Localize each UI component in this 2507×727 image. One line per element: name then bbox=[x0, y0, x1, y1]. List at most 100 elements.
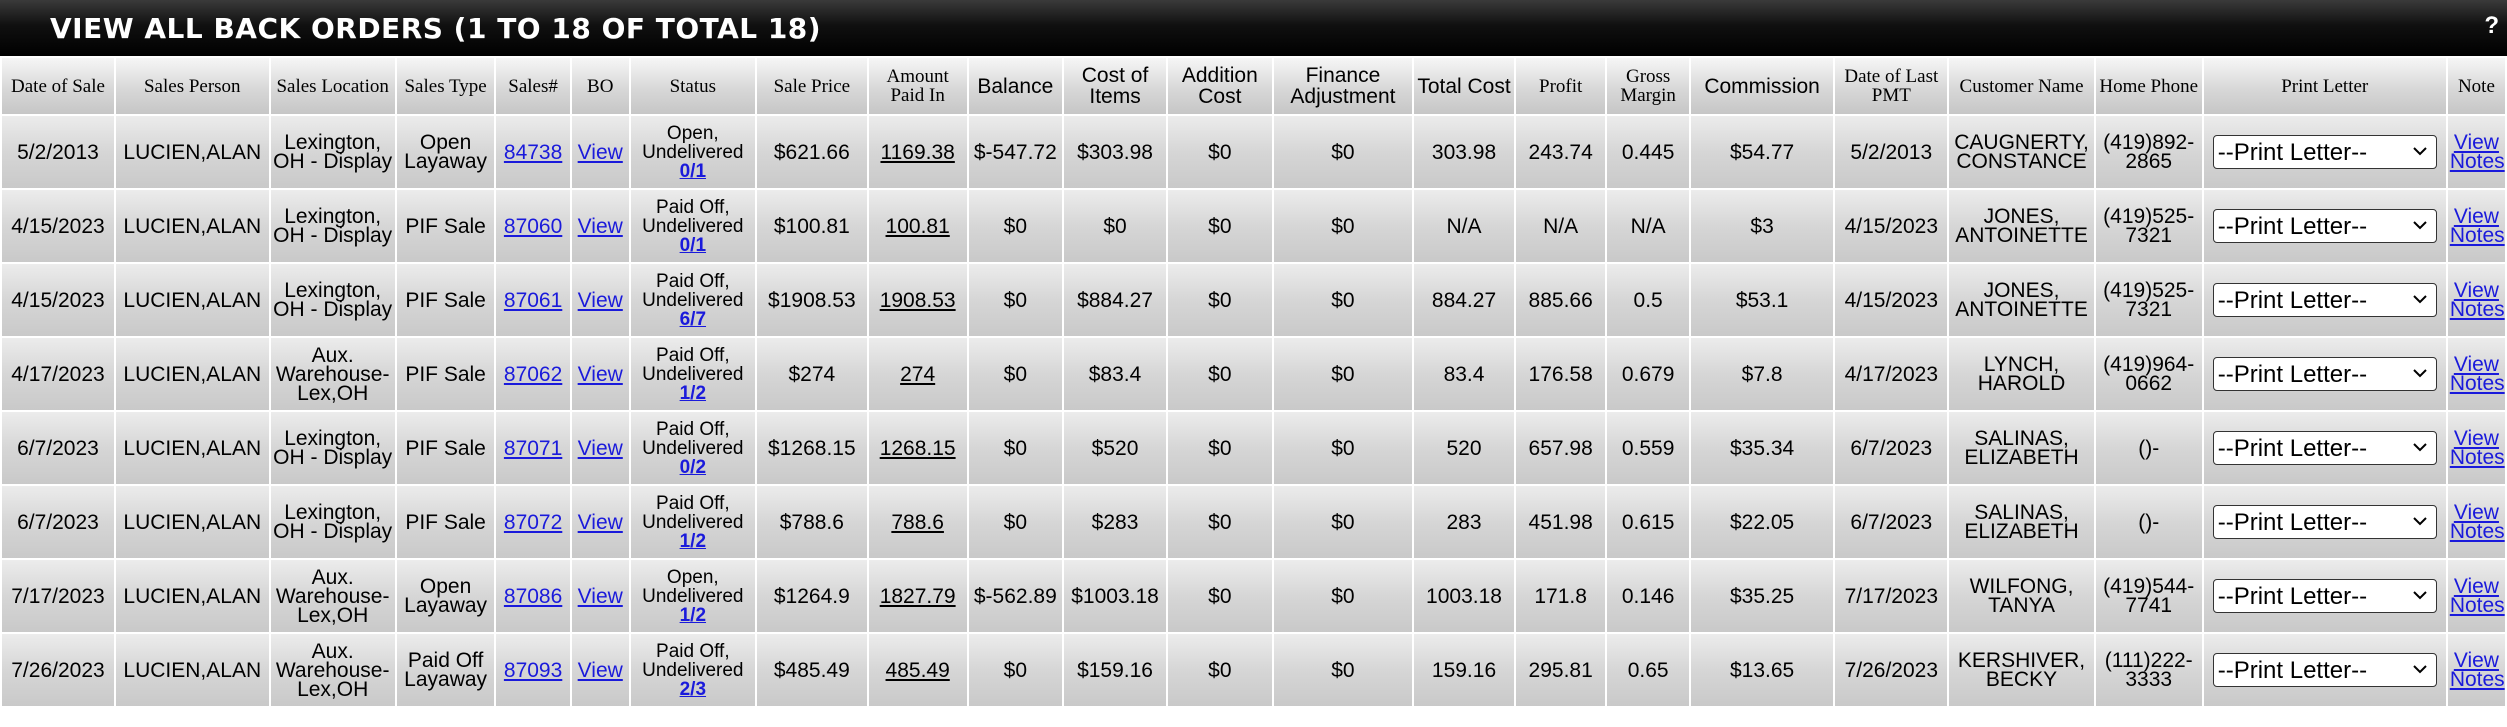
amount-paid-link[interactable]: 485.49 bbox=[886, 659, 950, 682]
print-letter-cell: --Print Letter-- bbox=[2201, 632, 2448, 708]
status-delivery-link[interactable]: 1/2 bbox=[680, 605, 706, 626]
status-delivery-link[interactable]: 1/2 bbox=[680, 383, 706, 404]
bo-view-link[interactable]: View bbox=[578, 511, 623, 534]
sales-number-link[interactable]: 87086 bbox=[504, 585, 562, 608]
view-notes-link[interactable]: View Notes bbox=[2450, 575, 2504, 617]
sale-price: $100.81 bbox=[754, 188, 869, 264]
balance: $0 bbox=[966, 632, 1065, 708]
amount-paid-link[interactable]: 788.6 bbox=[891, 511, 944, 534]
sales-number-link[interactable]: 87061 bbox=[504, 289, 562, 312]
print-letter-select[interactable]: --Print Letter-- bbox=[2212, 209, 2437, 243]
home-phone: (111)222-3333 bbox=[2093, 632, 2204, 708]
gross-margin: 0.65 bbox=[1605, 632, 1691, 708]
bo-view-link[interactable]: View bbox=[578, 215, 623, 238]
status-text: Open, Undelivered bbox=[642, 122, 744, 163]
print-letter-select[interactable]: --Print Letter-- bbox=[2212, 579, 2437, 613]
commission: $22.05 bbox=[1688, 484, 1836, 560]
sales-number-link[interactable]: 87060 bbox=[504, 215, 562, 238]
date-of-last-pmt: 6/7/2023 bbox=[1833, 410, 1950, 486]
col-header: Sales# bbox=[494, 56, 572, 116]
status-delivery-link[interactable]: 1/2 bbox=[680, 531, 706, 552]
amount-paid-link[interactable]: 1169.38 bbox=[880, 141, 954, 164]
addition-cost: $0 bbox=[1165, 262, 1274, 338]
view-notes-link[interactable]: View Notes bbox=[2450, 501, 2504, 543]
view-notes-link[interactable]: View Notes bbox=[2450, 649, 2504, 691]
status-delivery-link[interactable]: 0/1 bbox=[680, 235, 706, 256]
print-letter-select[interactable]: --Print Letter-- bbox=[2212, 357, 2437, 391]
table-row: 4/15/2023 LUCIEN,ALAN Lexington, OH - Disp… bbox=[0, 188, 2507, 264]
status-cell: Paid Off, Undelivered 2/3 bbox=[628, 632, 757, 708]
sales-location: Lexington, OH - Display bbox=[268, 114, 397, 190]
commission: $13.65 bbox=[1688, 632, 1836, 708]
amount-paid-cell: 100.81 bbox=[866, 188, 969, 264]
status-cell: Paid Off, Undelivered 1/2 bbox=[628, 484, 757, 560]
col-header: Home Phone bbox=[2093, 56, 2204, 116]
sales-person: LUCIEN,ALAN bbox=[113, 410, 271, 486]
date-of-sale: 4/15/2023 bbox=[0, 262, 116, 338]
col-header: Date of Sale bbox=[0, 56, 116, 116]
amount-paid-link[interactable]: 1268.15 bbox=[880, 437, 956, 460]
balance: $0 bbox=[966, 484, 1065, 560]
view-notes-link[interactable]: View Notes bbox=[2450, 131, 2504, 173]
sales-number-link[interactable]: 87071 bbox=[504, 437, 562, 460]
commission: $54.77 bbox=[1688, 114, 1836, 190]
sales-number-cell: 87061 bbox=[494, 262, 572, 338]
print-letter-select[interactable]: --Print Letter-- bbox=[2212, 505, 2437, 539]
bo-view-link[interactable]: View bbox=[578, 141, 623, 164]
sales-number-cell: 87062 bbox=[494, 336, 572, 412]
sales-type: Paid Off Layaway bbox=[394, 632, 497, 708]
sales-location: Lexington, OH - Display bbox=[268, 410, 397, 486]
print-letter-select[interactable]: --Print Letter-- bbox=[2212, 653, 2437, 687]
help-icon[interactable]: ? bbox=[2484, 12, 2499, 40]
amount-paid-link[interactable]: 274 bbox=[900, 363, 935, 386]
status-delivery-link[interactable]: 6/7 bbox=[680, 309, 706, 330]
print-letter-wrapper: --Print Letter-- bbox=[2212, 579, 2437, 613]
print-letter-select[interactable]: --Print Letter-- bbox=[2212, 135, 2437, 169]
table-row: 6/7/2023 LUCIEN,ALAN Lexington, OH - Displ… bbox=[0, 410, 2507, 486]
status-text: Paid Off, Undelivered bbox=[642, 270, 744, 311]
sales-number-link[interactable]: 87072 bbox=[504, 511, 562, 534]
amount-paid-link[interactable]: 100.81 bbox=[886, 215, 950, 238]
amount-paid-link[interactable]: 1908.53 bbox=[880, 289, 956, 312]
customer-name: JONES, ANTOINETTE bbox=[1947, 188, 2096, 264]
sales-person: LUCIEN,ALAN bbox=[113, 484, 271, 560]
view-notes-link[interactable]: View Notes bbox=[2450, 205, 2504, 247]
status-delivery-link[interactable]: 2/3 bbox=[680, 679, 706, 700]
sales-number-link[interactable]: 87093 bbox=[504, 659, 562, 682]
bo-view-link[interactable]: View bbox=[578, 363, 623, 386]
bo-cell: View bbox=[569, 188, 631, 264]
status-delivery-link[interactable]: 0/2 bbox=[680, 457, 706, 478]
sales-number-cell: 84738 bbox=[494, 114, 572, 190]
balance: $0 bbox=[966, 336, 1065, 412]
status-text: Paid Off, Undelivered bbox=[642, 492, 744, 533]
bo-view-link[interactable]: View bbox=[578, 437, 623, 460]
print-letter-select[interactable]: --Print Letter-- bbox=[2212, 431, 2437, 465]
sale-price: $788.6 bbox=[754, 484, 869, 560]
table-row: 4/15/2023 LUCIEN,ALAN Lexington, OH - Disp… bbox=[0, 262, 2507, 338]
profit: 295.81 bbox=[1513, 632, 1608, 708]
status-delivery-link[interactable]: 0/1 bbox=[680, 161, 706, 182]
bo-cell: View bbox=[569, 484, 631, 560]
bo-view-link[interactable]: View bbox=[578, 659, 623, 682]
sales-number-cell: 87086 bbox=[494, 558, 572, 634]
amount-paid-link[interactable]: 1827.79 bbox=[880, 585, 956, 608]
commission: $7.8 bbox=[1688, 336, 1836, 412]
view-notes-link[interactable]: View Notes bbox=[2450, 279, 2504, 321]
bo-view-link[interactable]: View bbox=[578, 585, 623, 608]
view-notes-link[interactable]: View Notes bbox=[2450, 353, 2504, 395]
sale-price: $1268.15 bbox=[754, 410, 869, 486]
sale-price: $485.49 bbox=[754, 632, 869, 708]
note-cell: View Notes bbox=[2445, 188, 2507, 264]
sales-number-link[interactable]: 87062 bbox=[504, 363, 562, 386]
date-of-sale: 6/7/2023 bbox=[0, 484, 116, 560]
customer-name: SALINAS, ELIZABETH bbox=[1947, 410, 2096, 486]
status-cell: Open, Undelivered 0/1 bbox=[628, 114, 757, 190]
col-header: Total Cost bbox=[1412, 56, 1516, 116]
date-of-last-pmt: 6/7/2023 bbox=[1833, 484, 1950, 560]
sales-type: PIF Sale bbox=[394, 188, 497, 264]
view-notes-link[interactable]: View Notes bbox=[2450, 427, 2504, 469]
sales-number-link[interactable]: 84738 bbox=[504, 141, 562, 164]
bo-view-link[interactable]: View bbox=[578, 289, 623, 312]
total-cost: 283 bbox=[1412, 484, 1516, 560]
print-letter-select[interactable]: --Print Letter-- bbox=[2212, 283, 2437, 317]
